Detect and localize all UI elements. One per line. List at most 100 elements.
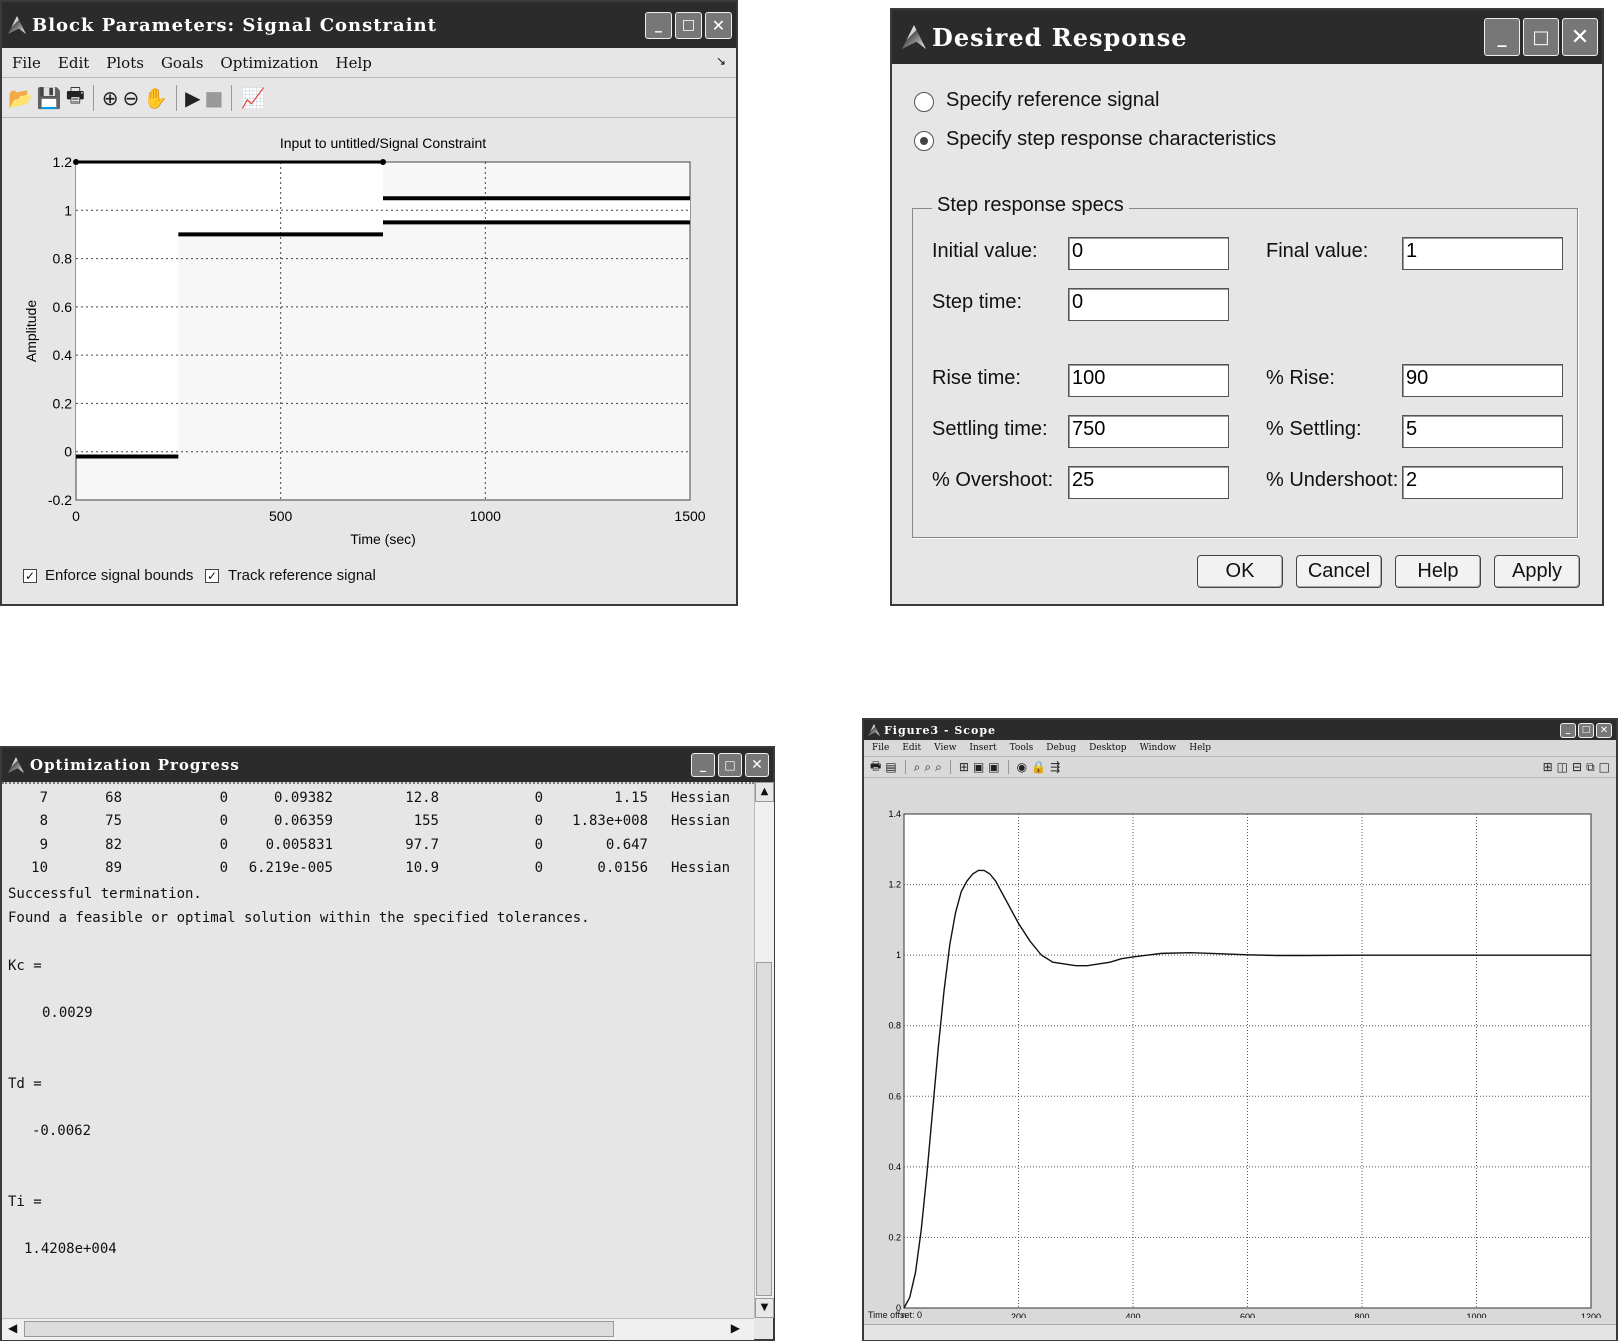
zoom-y-icon[interactable]: ⌕ <box>935 760 942 775</box>
menu-desktop[interactable]: Desktop <box>1089 743 1126 753</box>
table-cell: 0 <box>534 836 543 853</box>
menu-plots[interactable]: Plots <box>106 54 144 72</box>
y-tick-label: 1 <box>64 202 72 218</box>
menu-window[interactable]: Window <box>1140 743 1177 753</box>
single-view-icon[interactable]: □ <box>1599 760 1610 774</box>
final-value-label: Final value: <box>1266 240 1369 262</box>
y-axis-label: Amplitude <box>23 300 39 362</box>
start-icon[interactable]: ▶ <box>185 86 200 110</box>
pan-icon[interactable]: ✋ <box>143 86 168 110</box>
print-icon[interactable]: 🖶 <box>66 81 85 115</box>
y-tick-label: 0.2 <box>888 1232 901 1242</box>
scroll-down-icon[interactable]: ▼ <box>755 1298 774 1318</box>
scope-chart[interactable]: 0 200 400 600 800 1000 12001.41.210.80.60.40.2… <box>864 778 1616 1318</box>
print-icon[interactable]: 🖶 <box>870 757 881 778</box>
menu-tools[interactable]: Tools <box>1010 743 1034 753</box>
overshoot-field[interactable]: 25 <box>1068 466 1229 499</box>
table-cell: 6.219e-005 <box>248 859 333 876</box>
help-button[interactable]: Help <box>1395 555 1481 588</box>
minimize-button[interactable]: _ <box>1484 18 1520 56</box>
initial-value-field[interactable]: 0 <box>1068 237 1229 270</box>
row-note: Hessian <box>671 790 731 806</box>
tile-horizontal-icon[interactable]: ⊟ <box>1572 760 1582 774</box>
feasible-region <box>76 162 179 457</box>
step-time-field[interactable]: 0 <box>1068 288 1229 321</box>
y-tick-label: 0.8 <box>53 251 73 267</box>
open-folder-icon[interactable]: 📂 <box>8 86 33 110</box>
undock-icon[interactable]: ⧉ <box>1586 760 1595 775</box>
table-cell: 0 <box>219 836 228 853</box>
zoom-out-icon[interactable]: ⊖ <box>122 86 139 110</box>
response-plot-icon[interactable]: 📈 <box>240 86 265 110</box>
parameters-icon[interactable]: ▤ <box>885 760 896 774</box>
stop-icon[interactable]: ■ <box>205 86 224 110</box>
zoom-x-icon[interactable]: ⌕ <box>924 760 931 775</box>
matlab-logo-icon <box>902 25 926 49</box>
optimization-progress-window: Optimization Progress _ □ ✕ 7 68 0 0.09382 1… <box>0 746 775 1341</box>
table-cell: 0.06359 <box>273 813 333 830</box>
scroll-left-icon[interactable]: ◀ <box>8 1321 17 1335</box>
rise-time-field[interactable]: 100 <box>1068 364 1229 397</box>
step-characteristics-radio[interactable] <box>914 131 934 151</box>
maximize-button[interactable]: □ <box>718 753 742 777</box>
scroll-up-icon[interactable]: ▲ <box>755 782 774 802</box>
signal-constraint-titlebar[interactable]: Block Parameters: Signal Constraint _ □ … <box>2 2 736 48</box>
apply-button[interactable]: Apply <box>1494 555 1580 588</box>
maximize-button[interactable]: □ <box>1578 722 1594 738</box>
close-button[interactable]: ✕ <box>705 11 732 39</box>
enforce-bounds-checkbox[interactable]: ✓ <box>23 569 37 583</box>
lock-icon[interactable]: 🔒 <box>1031 760 1046 774</box>
signal-constraint-chart[interactable]: Input to untitled/Signal Constraint Time … <box>2 120 736 560</box>
floating-scope-icon[interactable]: ◉ <box>1017 760 1027 774</box>
close-button[interactable]: ✕ <box>1562 18 1598 56</box>
track-reference-checkbox[interactable]: ✓ <box>205 569 219 583</box>
table-cell: 82 <box>105 836 122 853</box>
menu-insert[interactable]: Insert <box>969 743 996 753</box>
menu-edit[interactable]: Edit <box>58 54 89 72</box>
autoscale-icon[interactable]: ⊞ <box>959 760 969 774</box>
ok-button[interactable]: OK <box>1197 555 1283 588</box>
pct-rise-field[interactable]: 90 <box>1402 364 1563 397</box>
scroll-thumb-horizontal[interactable] <box>24 1321 614 1337</box>
menu-view[interactable]: View <box>934 743 956 753</box>
menu-file[interactable]: File <box>12 54 41 72</box>
menu-debug[interactable]: Debug <box>1046 743 1076 753</box>
reference-signal-radio[interactable] <box>914 92 934 112</box>
menu-optimization[interactable]: Optimization <box>220 54 318 72</box>
save-icon[interactable]: 💾 <box>37 86 62 110</box>
zoom-in-icon[interactable]: ⊕ <box>102 86 119 110</box>
zoom-icon[interactable]: ⌕ <box>914 760 921 775</box>
restore-axes-icon[interactable]: ▣ <box>988 760 999 774</box>
tile-vertical-icon[interactable]: ◫ <box>1557 760 1568 774</box>
scroll-right-icon[interactable]: ▶ <box>731 1321 740 1335</box>
menu-help[interactable]: Help <box>1189 743 1211 753</box>
minimize-button[interactable]: _ <box>1560 722 1576 738</box>
scroll-thumb[interactable] <box>756 962 772 1296</box>
menu-goals[interactable]: Goals <box>161 54 203 72</box>
menu-file[interactable]: File <box>872 743 889 753</box>
menu-overflow-icon[interactable]: ↘ <box>716 54 726 68</box>
tile-icon[interactable]: ⊞ <box>1543 760 1553 774</box>
vertical-scrollbar[interactable]: ▲ ▼ <box>754 782 774 1318</box>
desired-response-titlebar[interactable]: Desired Response _ □ ✕ <box>892 10 1602 64</box>
settling-time-field[interactable]: 750 <box>1068 415 1229 448</box>
close-button[interactable]: ✕ <box>745 753 769 777</box>
menu-edit[interactable]: Edit <box>902 743 921 753</box>
save-axes-icon[interactable]: ▣ <box>973 760 984 774</box>
window-title: Desired Response <box>932 22 1188 52</box>
y-tick-label: 0 <box>64 444 72 460</box>
final-value-field[interactable]: 1 <box>1402 237 1563 270</box>
cancel-button[interactable]: Cancel <box>1296 555 1382 588</box>
undershoot-field[interactable]: 2 <box>1402 466 1563 499</box>
close-button[interactable]: ✕ <box>1596 722 1612 738</box>
scope-titlebar[interactable]: Figure3 - Scope _ □ ✕ <box>864 720 1616 740</box>
maximize-button[interactable]: □ <box>675 11 702 39</box>
horizontal-scrollbar[interactable]: ◀ ▶ <box>2 1318 754 1340</box>
maximize-button[interactable]: □ <box>1523 18 1559 56</box>
pct-settling-field[interactable]: 5 <box>1402 415 1563 448</box>
signal-selection-icon[interactable]: ⇶ <box>1050 760 1060 774</box>
optimization-titlebar[interactable]: Optimization Progress _ □ ✕ <box>2 748 773 782</box>
menu-help[interactable]: Help <box>336 54 372 72</box>
minimize-button[interactable]: _ <box>691 753 715 777</box>
minimize-button[interactable]: _ <box>645 11 672 39</box>
